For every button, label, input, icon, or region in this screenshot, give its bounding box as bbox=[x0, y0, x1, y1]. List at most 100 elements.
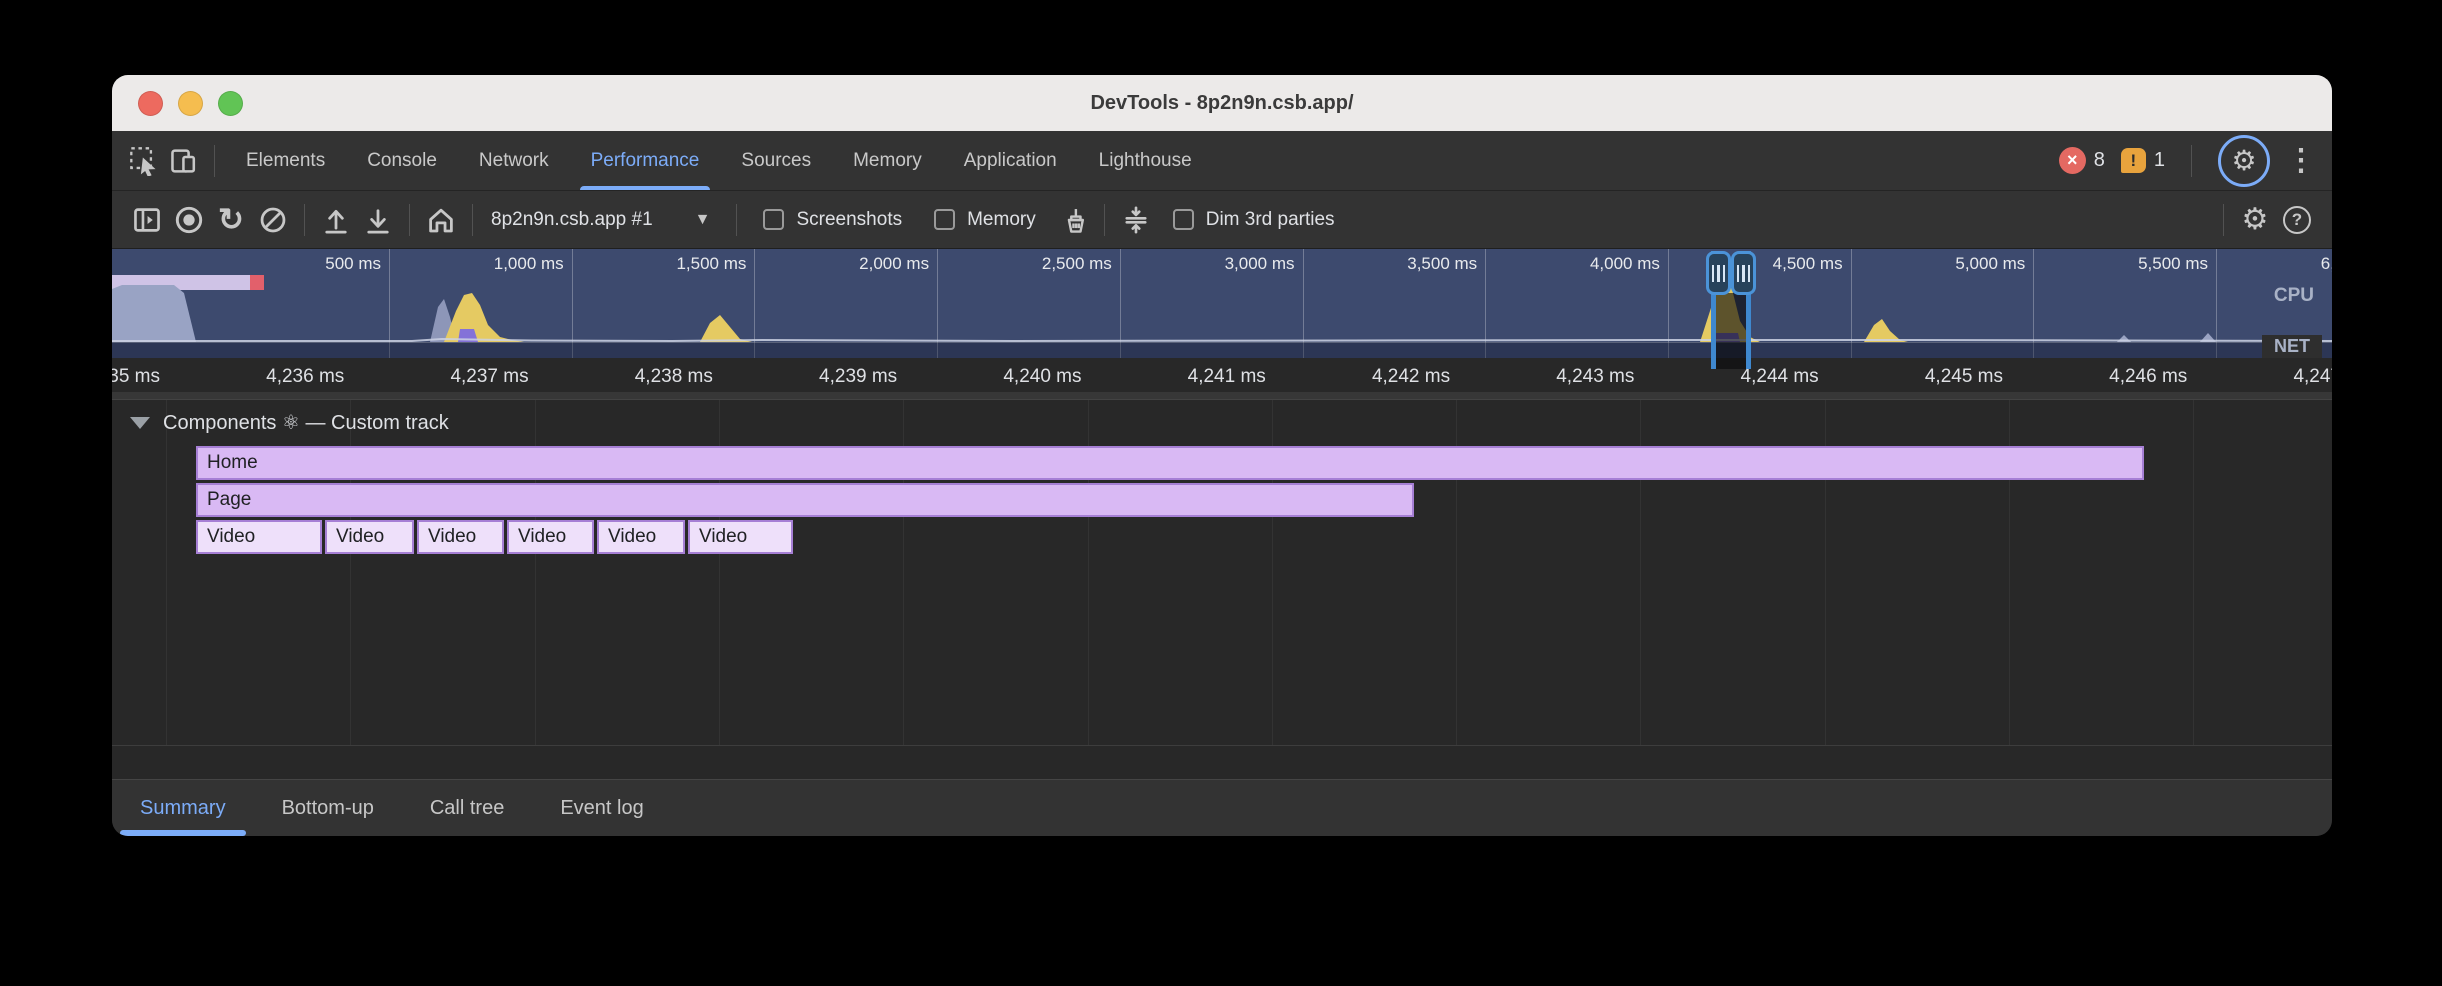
checkbox bbox=[1173, 209, 1194, 230]
ruler-tick-label: 35 ms bbox=[112, 366, 160, 388]
flame-bottom-divider bbox=[112, 745, 2332, 746]
divider bbox=[736, 204, 737, 236]
ruler-tick-label: 4,240 ms bbox=[1003, 366, 1081, 388]
close-button[interactable] bbox=[138, 91, 163, 116]
bottom-tab-bar: Summary Bottom-up Call tree Event log bbox=[112, 779, 2332, 836]
upload-profile-icon[interactable] bbox=[315, 199, 357, 241]
divider bbox=[2223, 204, 2224, 236]
scrubber-right-handle[interactable] bbox=[1731, 251, 1756, 295]
collapse-icon[interactable] bbox=[1115, 199, 1157, 241]
flame-gridline bbox=[2193, 400, 2194, 745]
timeline-ruler[interactable]: 35 ms4,236 ms4,237 ms4,238 ms4,239 ms4,2… bbox=[112, 358, 2332, 400]
track-bar-video[interactable]: Video bbox=[417, 520, 504, 554]
settings-gear-icon: ⚙ bbox=[2231, 144, 2256, 177]
reload-record-icon[interactable]: ↻ bbox=[210, 199, 252, 241]
track-bar-video[interactable]: Video bbox=[688, 520, 793, 554]
net-lane-label: NET bbox=[2262, 335, 2322, 358]
ruler-tick-label: 4,238 ms bbox=[635, 366, 713, 388]
tab-network[interactable]: Network bbox=[458, 131, 570, 190]
ruler-tick-label: 4,245 ms bbox=[1925, 366, 2003, 388]
tab-console[interactable]: Console bbox=[346, 131, 458, 190]
track-bar-video[interactable]: Video bbox=[196, 520, 322, 554]
issues-badge[interactable]: ! 1 bbox=[2121, 148, 2165, 173]
record-icon[interactable] bbox=[168, 199, 210, 241]
bottom-tabs: Summary Bottom-up Call tree Event log bbox=[140, 780, 644, 836]
network-request-bar-end bbox=[250, 275, 264, 290]
overview-tick-label: 2,000 ms bbox=[859, 254, 929, 274]
track-bar-video[interactable]: Video bbox=[325, 520, 414, 554]
timeline-overview[interactable]: 500 ms 1,000 ms 1,500 ms 2,000 ms 2,500 ms 3,… bbox=[112, 249, 2332, 358]
ruler-tick-label: 4,237 ms bbox=[450, 366, 528, 388]
custom-track-title: Components ⚛ — Custom track bbox=[163, 410, 449, 435]
window-titlebar: DevTools - 8p2n9n.csb.app/ bbox=[112, 75, 2332, 131]
traffic-lights bbox=[138, 75, 243, 131]
ruler-tick-label: 4,247 ms bbox=[2293, 366, 2332, 388]
performance-toolbar: ↻ 8p2n9n.csb.app #1 ▼ Screenshots Memory bbox=[112, 191, 2332, 249]
console-errors-badge[interactable]: × 8 bbox=[2059, 147, 2105, 174]
divider bbox=[214, 145, 215, 177]
track-bar-page[interactable]: Page bbox=[196, 483, 1414, 517]
overview-tick-label: 6,000 ms bbox=[2321, 254, 2332, 274]
help-icon[interactable]: ? bbox=[2276, 199, 2318, 241]
cpu-lane-label: CPU bbox=[2274, 285, 2314, 307]
error-count: 8 bbox=[2094, 149, 2105, 172]
track-bar-video[interactable]: Video bbox=[507, 520, 594, 554]
divider bbox=[304, 204, 305, 236]
tab-application[interactable]: Application bbox=[943, 131, 1078, 190]
scrubber-selection-column bbox=[1715, 293, 1747, 369]
divider bbox=[472, 204, 473, 236]
devtools-settings-button[interactable]: ⚙ bbox=[2218, 135, 2270, 187]
bottom-tab-call-tree[interactable]: Call tree bbox=[430, 780, 504, 836]
overview-tick-label: 3,000 ms bbox=[1225, 254, 1295, 274]
scrubber-left-handle[interactable] bbox=[1706, 251, 1731, 295]
flame-gridline bbox=[166, 400, 167, 745]
kebab-menu-icon[interactable]: ⋮ bbox=[2286, 143, 2316, 178]
tab-performance[interactable]: Performance bbox=[570, 131, 721, 190]
ruler-tick-label: 4,244 ms bbox=[1741, 366, 1819, 388]
ruler-tick-label: 4,246 ms bbox=[2109, 366, 2187, 388]
track-bar-video[interactable]: Video bbox=[597, 520, 685, 554]
custom-track-header[interactable]: Components ⚛ — Custom track bbox=[130, 410, 449, 435]
overview-tick-label: 1,000 ms bbox=[494, 254, 564, 274]
checkbox bbox=[763, 209, 784, 230]
bottom-tab-summary[interactable]: Summary bbox=[140, 780, 226, 836]
history-selector[interactable]: 8p2n9n.csb.app #1 ▼ bbox=[483, 209, 726, 231]
device-toolbar-icon[interactable] bbox=[164, 141, 204, 181]
overview-tick-label: 3,500 ms bbox=[1407, 254, 1477, 274]
download-profile-icon[interactable] bbox=[357, 199, 399, 241]
memory-checkbox[interactable]: Memory bbox=[934, 209, 1036, 231]
ruler-tick-label: 4,241 ms bbox=[1188, 366, 1266, 388]
ruler-tick-label: 4,243 ms bbox=[1556, 366, 1634, 388]
clear-icon[interactable] bbox=[252, 199, 294, 241]
tab-sources[interactable]: Sources bbox=[720, 131, 832, 190]
show-sidebar-icon[interactable] bbox=[126, 199, 168, 241]
ruler-tick-label: 4,242 ms bbox=[1372, 366, 1450, 388]
main-tab-bar: ElementsConsoleNetworkPerformanceSources… bbox=[112, 131, 2332, 191]
minimize-button[interactable] bbox=[178, 91, 203, 116]
ruler-tick-label: 4,236 ms bbox=[266, 366, 344, 388]
bottom-tab-bottom-up[interactable]: Bottom-up bbox=[282, 780, 374, 836]
zoom-button[interactable] bbox=[218, 91, 243, 116]
inspect-icon[interactable] bbox=[124, 141, 164, 181]
dim-3rd-parties-checkbox[interactable]: Dim 3rd parties bbox=[1173, 209, 1335, 231]
screenshots-checkbox[interactable]: Screenshots bbox=[763, 209, 902, 231]
overview-tick-label: 5,500 ms bbox=[2138, 254, 2208, 274]
tab-lighthouse[interactable]: Lighthouse bbox=[1078, 131, 1213, 190]
overview-tick-label: 1,500 ms bbox=[676, 254, 746, 274]
chevron-down-icon: ▼ bbox=[695, 211, 711, 229]
track-bar-home[interactable]: Home bbox=[196, 446, 2144, 480]
tab-memory[interactable]: Memory bbox=[832, 131, 943, 190]
capture-settings-gear-icon[interactable]: ⚙ bbox=[2234, 199, 2276, 241]
flame-chart-area[interactable]: Components ⚛ — Custom track HomePageVide… bbox=[112, 400, 2332, 779]
devtools-window: DevTools - 8p2n9n.csb.app/ ElementsConso… bbox=[112, 75, 2332, 836]
window-title: DevTools - 8p2n9n.csb.app/ bbox=[1090, 92, 1353, 115]
overview-tick-label: 2,500 ms bbox=[1042, 254, 1112, 274]
overview-window-scrubber[interactable] bbox=[1706, 251, 1756, 369]
home-icon[interactable] bbox=[420, 199, 462, 241]
bottom-tab-event-log[interactable]: Event log bbox=[560, 780, 643, 836]
overview-tick-label: 500 ms bbox=[325, 254, 381, 274]
collapse-triangle-icon[interactable] bbox=[130, 417, 150, 429]
collect-garbage-icon[interactable] bbox=[1052, 199, 1094, 241]
tab-elements[interactable]: Elements bbox=[225, 131, 346, 190]
divider bbox=[2191, 145, 2192, 177]
